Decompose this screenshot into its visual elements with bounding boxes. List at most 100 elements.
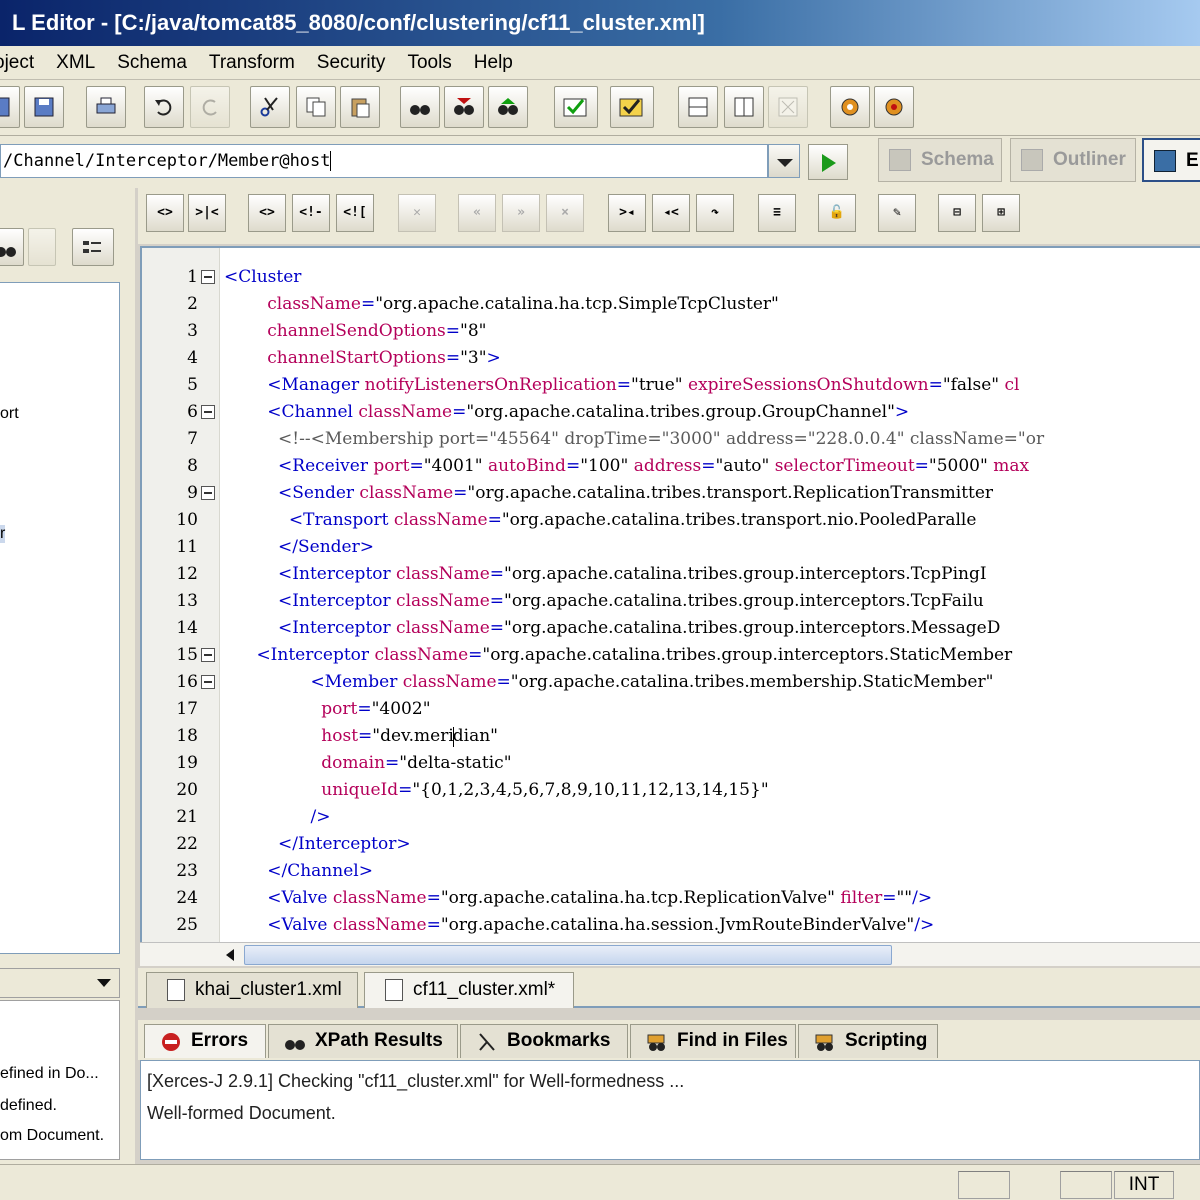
tab-find-in-files[interactable]: Find in Files <box>630 1024 796 1058</box>
menu-transform[interactable]: Transform <box>209 52 295 74</box>
menu-xml[interactable]: XML <box>56 52 95 74</box>
split-horizontal-button[interactable] <box>678 86 718 128</box>
cut-button[interactable] <box>250 86 290 128</box>
code-line[interactable]: 16 <Member className="org.apache.catalin… <box>142 669 1200 696</box>
code-line[interactable]: 14 <Interceptor className="org.apache.ca… <box>142 615 1200 642</box>
find-previous-button[interactable] <box>488 86 528 128</box>
xpath-run-button[interactable] <box>808 144 848 180</box>
token-attr: cl <box>1004 375 1020 395</box>
tree-view-button[interactable]: ⊞ <box>982 194 1020 232</box>
file-tab-khai-cluster1[interactable]: khai_cluster1.xml <box>146 972 358 1008</box>
code-line[interactable]: 18 host="dev.meridian" <box>142 723 1200 750</box>
find-button[interactable] <box>400 86 440 128</box>
undo-button[interactable] <box>144 86 184 128</box>
code-line[interactable]: 25 <Valve className="org.apache.catalina… <box>142 912 1200 939</box>
left-panel-dropdown[interactable] <box>0 968 120 998</box>
apply-transform-button[interactable] <box>874 86 914 128</box>
find-next-button[interactable] <box>444 86 484 128</box>
code-line[interactable]: 6 <Channel className="org.apache.catalin… <box>142 399 1200 426</box>
print-button[interactable] <box>86 86 126 128</box>
code-line[interactable]: 9 <Sender className="org.apache.catalina… <box>142 480 1200 507</box>
tab-bookmarks[interactable]: Bookmarks <box>460 1024 628 1058</box>
code-line[interactable]: 21 /> <box>142 804 1200 831</box>
code-line[interactable]: 2 className="org.apache.catalina.ha.tcp.… <box>142 291 1200 318</box>
code-text: <!--<Membership port="45564" dropTime="3… <box>224 426 1044 453</box>
tree-options-button[interactable] <box>72 228 114 266</box>
outline-tree[interactable]: ort r <box>0 282 120 954</box>
highlight-button[interactable]: ✎ <box>878 194 916 232</box>
tag-button[interactable]: <> <box>146 194 184 232</box>
copy-button[interactable] <box>296 86 336 128</box>
check-wellformed-button[interactable] <box>554 86 598 128</box>
format-button[interactable]: ≡ <box>758 194 796 232</box>
code-line[interactable]: 17 port="4002" <box>142 696 1200 723</box>
tab-xpath-results[interactable]: XPath Results <box>268 1024 458 1058</box>
fold-toggle-icon[interactable] <box>201 675 215 689</box>
code-line[interactable]: 24 <Valve className="org.apache.catalina… <box>142 885 1200 912</box>
code-line[interactable]: 15 <Interceptor className="org.apache.ca… <box>142 642 1200 669</box>
insert-tag-button[interactable]: <> <box>248 194 286 232</box>
collapse-button[interactable]: ◂< <box>652 194 690 232</box>
xpath-history-dropdown[interactable] <box>768 144 800 178</box>
insert-cdata-button[interactable]: <![ <box>336 194 374 232</box>
fold-toggle-icon[interactable] <box>201 405 215 419</box>
code-line[interactable]: 4 channelStartOptions="3"> <box>142 345 1200 372</box>
wrap-button[interactable]: ↷ <box>696 194 734 232</box>
editor-mode-button[interactable]: E <box>1142 138 1200 182</box>
code-line[interactable]: 23 </Channel> <box>142 858 1200 885</box>
redo-button[interactable] <box>190 86 230 128</box>
schema-mode-button[interactable]: Schema <box>878 138 1002 182</box>
lock-button[interactable]: 🔓 <box>818 194 856 232</box>
horizontal-scrollbar[interactable] <box>140 942 1200 966</box>
menu-schema[interactable]: Schema <box>117 52 187 74</box>
menu-project[interactable]: oject <box>0 52 34 74</box>
line-number: 6 <box>187 402 198 422</box>
tree-item-selected[interactable]: r <box>0 525 6 543</box>
code-line[interactable]: 22 </Interceptor> <box>142 831 1200 858</box>
menu-security[interactable]: Security <box>317 52 386 74</box>
file-tab-cf11-cluster[interactable]: cf11_cluster.xml* <box>364 972 574 1008</box>
close-tag-button[interactable]: >|< <box>188 194 226 232</box>
document-icon <box>167 979 185 1001</box>
code-line[interactable]: 19 domain="delta-static" <box>142 750 1200 777</box>
transform-settings-button[interactable] <box>830 86 870 128</box>
unsplit-button[interactable] <box>768 86 808 128</box>
fold-toggle-icon[interactable] <box>201 486 215 500</box>
code-editor[interactable]: 1 <Cluster 2 className="org.apache.catalin… <box>140 246 1200 966</box>
code-line[interactable]: 7 <!--<Membership port="45564" dropTime=… <box>142 426 1200 453</box>
paste-button[interactable] <box>340 86 380 128</box>
code-line[interactable]: 12 <Interceptor className="org.apache.ca… <box>142 561 1200 588</box>
fold-toggle-icon[interactable] <box>201 270 215 284</box>
delete-tag-button[interactable]: ✕ <box>398 194 436 232</box>
code-line[interactable]: 13 <Interceptor className="org.apache.ca… <box>142 588 1200 615</box>
split-vertical-button[interactable] <box>724 86 764 128</box>
code-line[interactable]: 10 <Transport className="org.apache.cata… <box>142 507 1200 534</box>
unwrap-button[interactable]: × <box>546 194 584 232</box>
insert-comment-button[interactable]: <!- <box>292 194 330 232</box>
tab-scripting[interactable]: Scripting <box>798 1024 938 1058</box>
code-line[interactable]: 8 <Receiver port="4001" autoBind="100" a… <box>142 453 1200 480</box>
code-line[interactable]: 1 <Cluster <box>142 264 1200 291</box>
tree-find-button[interactable] <box>0 228 24 266</box>
expand-button[interactable]: >◂ <box>608 194 646 232</box>
save-all-button[interactable] <box>0 86 20 128</box>
tree-item[interactable]: ort <box>0 405 19 423</box>
code-line[interactable]: 3 channelSendOptions="8" <box>142 318 1200 345</box>
menu-tools[interactable]: Tools <box>407 52 451 74</box>
outline-view-button[interactable]: ⊟ <box>938 194 976 232</box>
menu-help[interactable]: Help <box>474 52 513 74</box>
code-line[interactable]: 20 uniqueId="{0,1,2,3,4,5,6,7,8,9,10,11,… <box>142 777 1200 804</box>
xpath-input[interactable]: /Channel/Interceptor/Member@host <box>0 144 768 178</box>
tree-find-dropdown[interactable] <box>28 228 56 266</box>
scroll-left-arrow[interactable] <box>226 949 234 961</box>
move-right-button[interactable]: » <box>502 194 540 232</box>
validate-button[interactable] <box>610 86 654 128</box>
move-left-button[interactable]: « <box>458 194 496 232</box>
scrollbar-thumb[interactable] <box>244 945 892 965</box>
fold-toggle-icon[interactable] <box>201 648 215 662</box>
outliner-mode-button[interactable]: Outliner <box>1010 138 1136 182</box>
code-line[interactable]: 11 </Sender> <box>142 534 1200 561</box>
code-line[interactable]: 5 <Manager notifyListenersOnReplication=… <box>142 372 1200 399</box>
save-button[interactable] <box>24 86 64 128</box>
tab-errors[interactable]: Errors <box>144 1024 266 1058</box>
